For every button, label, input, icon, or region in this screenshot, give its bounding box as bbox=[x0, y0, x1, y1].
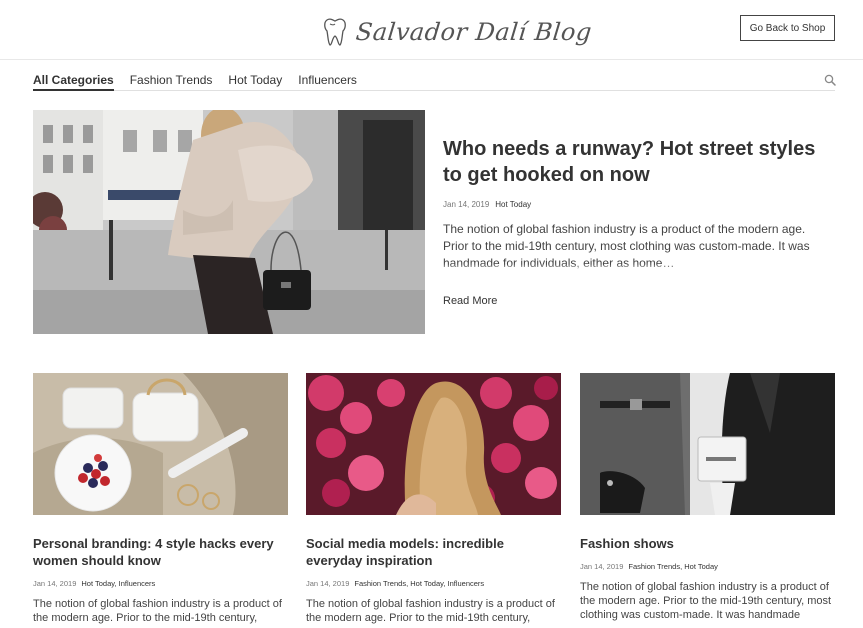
post-categories[interactable]: Fashion Trends, Hot Today bbox=[628, 562, 718, 571]
post-card-meta: Jan 14, 2019 Hot Today, Influencers bbox=[33, 579, 288, 588]
read-more-link[interactable]: Read More bbox=[443, 295, 833, 307]
post-card-image[interactable] bbox=[580, 373, 835, 515]
post-categories[interactable]: Fashion Trends, Hot Today, Influencers bbox=[354, 579, 484, 588]
post-date: Jan 14, 2019 bbox=[33, 579, 77, 588]
post-card: Social media models: incredible everyday… bbox=[306, 373, 561, 625]
post-card-image[interactable] bbox=[306, 373, 561, 515]
post-categories[interactable]: Hot Today bbox=[495, 200, 531, 209]
featured-post: Who needs a runway? Hot street styles to… bbox=[443, 136, 833, 307]
post-card-meta: Jan 14, 2019 Fashion Trends, Hot Today bbox=[580, 562, 835, 571]
featured-post-title[interactable]: Who needs a runway? Hot street styles to… bbox=[443, 136, 833, 188]
post-categories[interactable]: Hot Today, Influencers bbox=[81, 579, 155, 588]
tab-hot-today[interactable]: Hot Today bbox=[228, 72, 282, 91]
post-date: Jan 14, 2019 bbox=[306, 579, 350, 588]
search-icon[interactable] bbox=[824, 74, 836, 86]
post-card: Personal branding: 4 style hacks every w… bbox=[33, 373, 288, 625]
site-logo[interactable]: Salvador Dalí Blog bbox=[322, 12, 594, 52]
tab-all-categories[interactable]: All Categories bbox=[33, 72, 114, 91]
tab-fashion-trends[interactable]: Fashion Trends bbox=[130, 72, 213, 91]
featured-post-meta: Jan 14, 2019 Hot Today bbox=[443, 200, 833, 209]
post-card-title[interactable]: Social media models: incredible everyday… bbox=[306, 535, 561, 569]
featured-post-excerpt: The notion of global fashion industry is… bbox=[443, 221, 833, 272]
featured-post-image[interactable] bbox=[33, 110, 425, 334]
post-card-image[interactable] bbox=[33, 373, 288, 515]
post-card-title[interactable]: Fashion shows bbox=[580, 535, 835, 552]
post-card-meta: Jan 14, 2019 Fashion Trends, Hot Today, I… bbox=[306, 579, 561, 588]
site-header: Salvador Dalí Blog Go Back to Shop bbox=[0, 0, 863, 60]
tooth-icon bbox=[324, 18, 346, 46]
category-nav: All Categories Fashion Trends Hot Today … bbox=[33, 72, 835, 91]
post-card: Fashion shows Jan 14, 2019 Fashion Trends… bbox=[580, 373, 835, 622]
logo-text: Salvador Dalí Blog bbox=[354, 18, 594, 46]
tab-influencers[interactable]: Influencers bbox=[298, 72, 357, 91]
post-card-excerpt: The notion of global fashion industry is… bbox=[306, 598, 555, 624]
post-card-title[interactable]: Personal branding: 4 style hacks every w… bbox=[33, 535, 288, 569]
post-date: Jan 14, 2019 bbox=[580, 562, 624, 571]
post-card-excerpt: The notion of global fashion industry is… bbox=[33, 598, 282, 624]
go-back-to-shop-button[interactable]: Go Back to Shop bbox=[740, 15, 835, 41]
post-date: Jan 14, 2019 bbox=[443, 200, 490, 209]
post-card-excerpt: The notion of global fashion industry is… bbox=[580, 581, 832, 621]
